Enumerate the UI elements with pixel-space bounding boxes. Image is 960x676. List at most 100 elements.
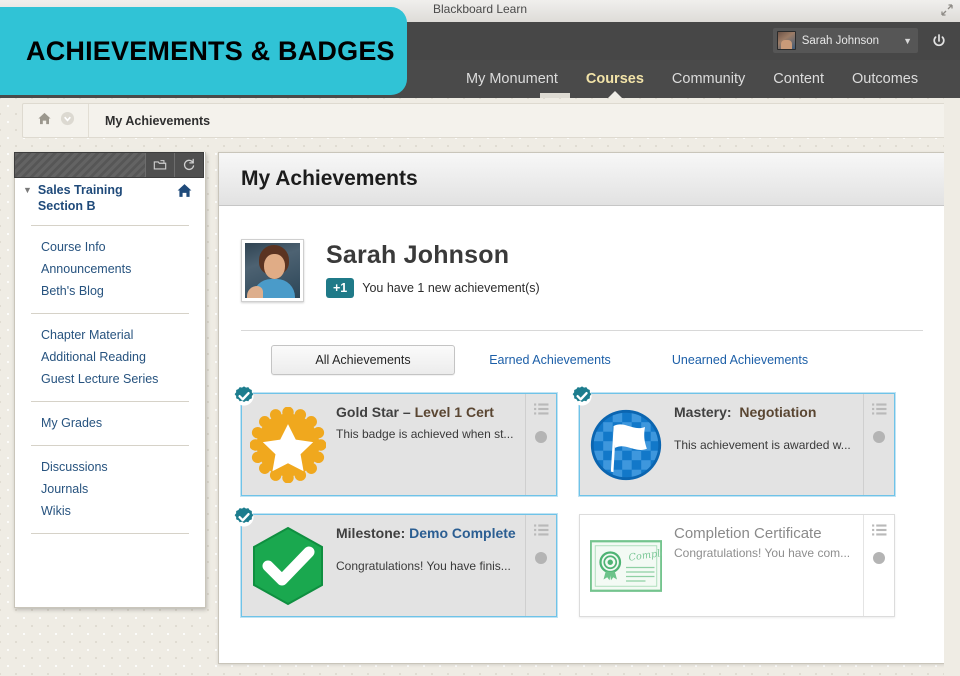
nav-item-outcomes[interactable]: Outcomes (838, 60, 932, 98)
nav-item-community[interactable]: Community (658, 60, 759, 98)
card-title-accent: Negotiation (739, 404, 816, 420)
user-avatar (777, 31, 796, 50)
sidebar-item-guest-lecture-series[interactable]: Guest Lecture Series (15, 368, 205, 390)
profile-photo-image (245, 243, 300, 298)
list-menu-icon[interactable] (534, 524, 549, 542)
green-check-hexagon-icon (242, 515, 334, 616)
card-body: Gold Star – Level 1 Cert This badge is a… (334, 394, 525, 495)
card-description: Congratulations! You have finis... (336, 559, 519, 573)
chevron-down-circle-icon[interactable] (60, 111, 75, 131)
overlay-banner-title: ACHIEVEMENTS & BADGES (0, 36, 395, 67)
menu-divider (31, 313, 189, 314)
sidebar-item-journals[interactable]: Journals (15, 478, 205, 500)
card-description: This achievement is awarded w... (674, 438, 857, 452)
course-title-line1: Sales Training (38, 183, 123, 197)
course-menu-panel: ▼ Sales Training Section B Course Info A… (14, 152, 206, 608)
new-count-badge: +1 (326, 278, 354, 298)
profile-photo (241, 239, 304, 302)
tab-all-achievements[interactable]: All Achievements (271, 345, 455, 375)
expand-icon[interactable] (940, 4, 953, 17)
menu-divider (31, 533, 189, 534)
card-description: This badge is achieved when st... (336, 427, 519, 441)
profile-new-achievements: +1 You have 1 new achievement(s) (326, 278, 540, 298)
drag-handle-icon[interactable] (873, 431, 885, 443)
sidebar-item-discussions[interactable]: Discussions (15, 456, 205, 478)
page-right-edge (944, 98, 960, 676)
menu-divider (31, 401, 189, 402)
card-body: Milestone: Demo Complete Congratulations… (334, 515, 525, 616)
main-content-panel: My Achievements Sarah Johnson +1 You hav… (218, 152, 946, 664)
breadcrumb: My Achievements (22, 103, 948, 138)
new-count-text: You have 1 new achievement(s) (362, 281, 539, 295)
content-header: My Achievements (219, 153, 945, 206)
achievement-card[interactable]: Milestone: Demo Complete Congratulations… (241, 514, 557, 617)
home-icon[interactable] (176, 182, 193, 204)
card-rail (525, 394, 556, 495)
sidebar-item-course-info[interactable]: Course Info (15, 236, 205, 258)
menu-divider (31, 445, 189, 446)
tab-unearned-achievements[interactable]: Unearned Achievements (645, 353, 835, 367)
user-menu-chip[interactable]: Sarah Johnson ▼ (773, 28, 918, 53)
course-title[interactable]: Sales Training Section B (38, 182, 176, 214)
list-menu-icon[interactable] (872, 524, 887, 542)
certificate-icon: Completion (580, 515, 672, 616)
card-title-main: Mastery: (674, 404, 732, 420)
card-rail (863, 515, 894, 616)
earned-check-icon (233, 385, 255, 407)
sidebar-item-beths-blog[interactable]: Beth's Blog (15, 280, 205, 302)
nav-items: My Monument Courses Community Content Ou… (452, 60, 932, 98)
breadcrumb-label: My Achievements (89, 114, 210, 128)
sidebar-item-announcements[interactable]: Announcements (15, 258, 205, 280)
card-title-accent: Demo Complete (409, 525, 516, 541)
card-title-main: Gold Star (336, 404, 399, 420)
sidebar-item-wikis[interactable]: Wikis (15, 500, 205, 522)
list-menu-icon[interactable] (872, 403, 887, 421)
achievement-card[interactable]: Gold Star – Level 1 Cert This badge is a… (241, 393, 557, 496)
card-title: Gold Star – Level 1 Cert (336, 404, 519, 420)
sidebar-item-additional-reading[interactable]: Additional Reading (15, 346, 205, 368)
photo-face (264, 254, 285, 279)
course-menu-inner: ▼ Sales Training Section B Course Info A… (15, 152, 205, 534)
drag-handle-icon[interactable] (535, 552, 547, 564)
refresh-icon[interactable] (174, 153, 203, 177)
card-title-sep: – (399, 404, 415, 420)
course-title-line2: Section B (38, 199, 96, 213)
nav-item-content[interactable]: Content (759, 60, 838, 98)
drag-handle-icon[interactable] (535, 431, 547, 443)
home-icon[interactable] (37, 111, 52, 131)
achievement-card[interactable]: Completion Completion Certificate Congra… (579, 514, 895, 617)
card-title-accent: Level 1 Cert (415, 404, 494, 420)
app-root: Blackboard Learn Sarah Johnson ▼ My Monu… (0, 0, 960, 676)
card-title: Mastery: Negotiation (674, 404, 857, 420)
course-title-row: ▼ Sales Training Section B (15, 182, 205, 214)
blue-flag-badge-icon (580, 394, 672, 495)
list-menu-icon[interactable] (534, 403, 549, 421)
drag-handle-icon[interactable] (873, 552, 885, 564)
card-rail (525, 515, 556, 616)
earned-check-icon (233, 506, 255, 528)
nav-item-courses[interactable]: Courses (572, 60, 658, 98)
filter-tabs: All Achievements Earned Achievements Une… (219, 331, 945, 375)
chevron-down-icon: ▼ (903, 36, 912, 46)
tab-earned-achievements[interactable]: Earned Achievements (455, 353, 645, 367)
menu-divider (31, 225, 189, 226)
card-title: Milestone: Demo Complete (336, 525, 519, 541)
card-title: Completion Certificate (674, 525, 857, 542)
card-body: Completion Certificate Congratulations! … (672, 515, 863, 616)
folder-icon[interactable] (145, 153, 174, 177)
card-description: Congratulations! You have com... (674, 546, 857, 560)
profile-meta: Sarah Johnson +1 You have 1 new achievem… (304, 239, 540, 298)
profile-name: Sarah Johnson (326, 241, 540, 270)
caret-down-icon[interactable]: ▼ (23, 185, 32, 195)
card-rail (863, 394, 894, 495)
photo-shoulder (247, 286, 263, 298)
course-menu-toolbar (14, 152, 204, 178)
nav-item-my-monument[interactable]: My Monument (452, 60, 572, 98)
achievement-card[interactable]: Mastery: Negotiation This achievement is… (579, 393, 895, 496)
sidebar-item-my-grades[interactable]: My Grades (15, 412, 205, 434)
card-title-main: Milestone: (336, 525, 405, 541)
sidebar-item-chapter-material[interactable]: Chapter Material (15, 324, 205, 346)
power-icon[interactable] (926, 28, 952, 53)
achievement-cards-grid: Gold Star – Level 1 Cert This badge is a… (219, 375, 941, 617)
breadcrumb-icons (23, 104, 89, 137)
